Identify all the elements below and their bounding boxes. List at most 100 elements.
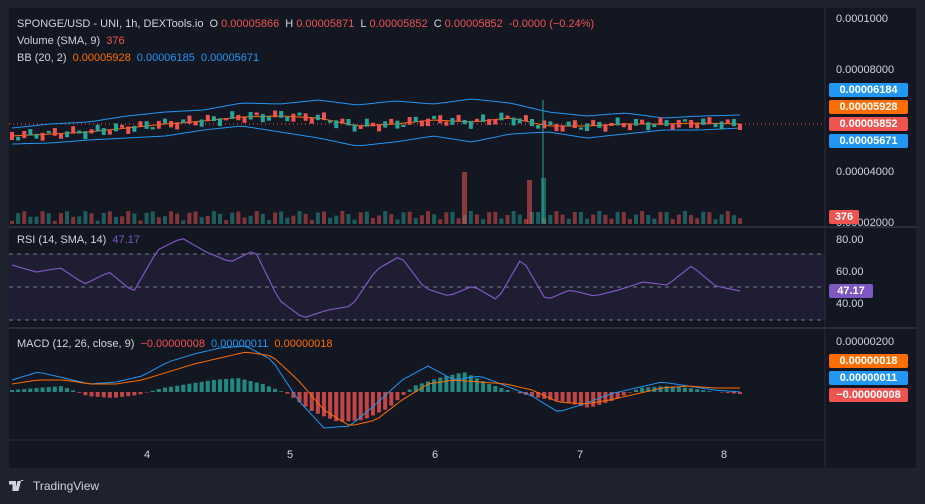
macd-hist-bar: [187, 383, 192, 392]
volume-legend[interactable]: Volume (SMA, 9) 376: [17, 35, 128, 47]
macd-hist-bar: [77, 392, 82, 393]
candle: [58, 133, 63, 139]
candle: [481, 114, 486, 122]
chart-canvas[interactable]: 0.0001000 0.00008000 0.00004000 0.000020…: [0, 0, 925, 504]
macd-hist-bar: [566, 392, 571, 404]
macd-hist-bar: [224, 378, 229, 392]
volume-bar: [169, 211, 174, 224]
candle: [34, 133, 39, 139]
candle: [291, 113, 296, 122]
volume-bar: [499, 218, 504, 224]
high-value: 0.00005871: [296, 18, 355, 30]
bb-upper-value: 0.00006185: [136, 52, 195, 64]
volume-tag: 376: [829, 210, 859, 224]
volume-bar: [676, 214, 681, 224]
volume-bar: [46, 213, 51, 224]
volume-bar: [707, 212, 712, 224]
candle: [162, 118, 167, 124]
volume-bar: [413, 218, 418, 224]
candle: [413, 116, 418, 123]
candle: [315, 114, 320, 121]
macd-hist-bar: [162, 387, 167, 392]
volume-bar: [450, 211, 455, 224]
bb-basis-tag: 0.00005928: [829, 100, 908, 114]
volume-bar: [120, 216, 125, 224]
macd-hist-bar: [260, 383, 265, 392]
candle: [89, 129, 94, 134]
candle: [107, 130, 112, 135]
candle: [438, 115, 443, 124]
candle: [211, 116, 216, 122]
macd-hist-bar: [689, 388, 694, 392]
volume-bar: [346, 214, 351, 224]
candle: [303, 113, 308, 121]
macd-hist-bar: [34, 388, 39, 392]
candle: [254, 112, 259, 116]
macd-line: [11, 345, 741, 429]
macd-hist-bar: [591, 392, 596, 407]
volume-bar: [615, 211, 620, 224]
candle: [114, 123, 118, 132]
volume-bar: [40, 211, 45, 224]
candle: [358, 125, 363, 130]
volume-bar: [505, 215, 510, 224]
price-tick: 0.0001000: [836, 13, 888, 25]
volume-bar: [572, 212, 577, 224]
volume-bar: [266, 219, 271, 224]
volume-bar: [474, 214, 479, 224]
macd-legend[interactable]: MACD (12, 26, close, 9) −0.00000008 0.00…: [17, 338, 336, 350]
volume-bar: [224, 220, 229, 224]
volume-bar: [230, 212, 235, 224]
candle: [652, 124, 657, 128]
candle: [707, 117, 712, 125]
macd-hist-bar: [181, 384, 186, 392]
volume-bar: [426, 211, 430, 224]
rsi-legend[interactable]: RSI (14, SMA, 14) 47.17: [17, 234, 143, 246]
candle: [199, 119, 204, 127]
bb-legend[interactable]: BB (20, 2) 0.00005928 0.00006185 0.00005…: [17, 52, 262, 64]
macd-hist-bar: [352, 392, 357, 421]
open-label: O: [209, 18, 219, 30]
macd-hist-tag: −0.00000008: [829, 388, 908, 402]
volume-bar: [273, 212, 278, 224]
volume-bar: [719, 214, 724, 224]
macd-hist-bar: [395, 392, 400, 401]
candle: [511, 117, 516, 126]
candle: [554, 123, 559, 132]
macd-hist-value: −0.00000008: [140, 338, 205, 350]
candle: [77, 130, 82, 134]
volume-bar: [150, 211, 155, 224]
candle: [101, 128, 106, 135]
volume-bar: [279, 211, 284, 224]
volume-bar: [285, 217, 290, 224]
volume-bar: [101, 212, 106, 224]
macd-hist-bar: [193, 382, 198, 392]
macd-hist-bar: [52, 386, 57, 392]
macd-hist-bar: [28, 388, 33, 392]
macd-hist-bar: [120, 392, 125, 397]
candles: [10, 100, 742, 222]
volume-value: 376: [106, 35, 125, 47]
volume-bar: [738, 218, 742, 224]
macd-hist-bar: [46, 387, 51, 392]
macd-tick: 0.00000200: [836, 336, 894, 348]
candle: [340, 118, 345, 124]
candle: [725, 119, 730, 123]
volume-bar: [58, 213, 63, 224]
footer[interactable]: TradingView: [9, 475, 99, 497]
candle: [383, 121, 388, 128]
price-legend[interactable]: SPONGE/USD - UNI, 1h, DEXTools.io O 0.000…: [17, 18, 597, 30]
volume-bar: [432, 214, 437, 224]
candle: [627, 123, 632, 131]
candle: [52, 128, 57, 136]
volume-bar: [689, 215, 694, 224]
volume-bar: [114, 217, 118, 224]
high-label: H: [285, 18, 294, 30]
volume-bar: [193, 211, 198, 224]
volume-bar: [52, 220, 57, 224]
candle: [120, 124, 125, 128]
volume-bar: [536, 211, 541, 224]
low-value: 0.00005852: [369, 18, 428, 30]
rsi-label: RSI (14, SMA, 14): [17, 234, 107, 246]
rsi-value: 47.17: [112, 234, 140, 246]
